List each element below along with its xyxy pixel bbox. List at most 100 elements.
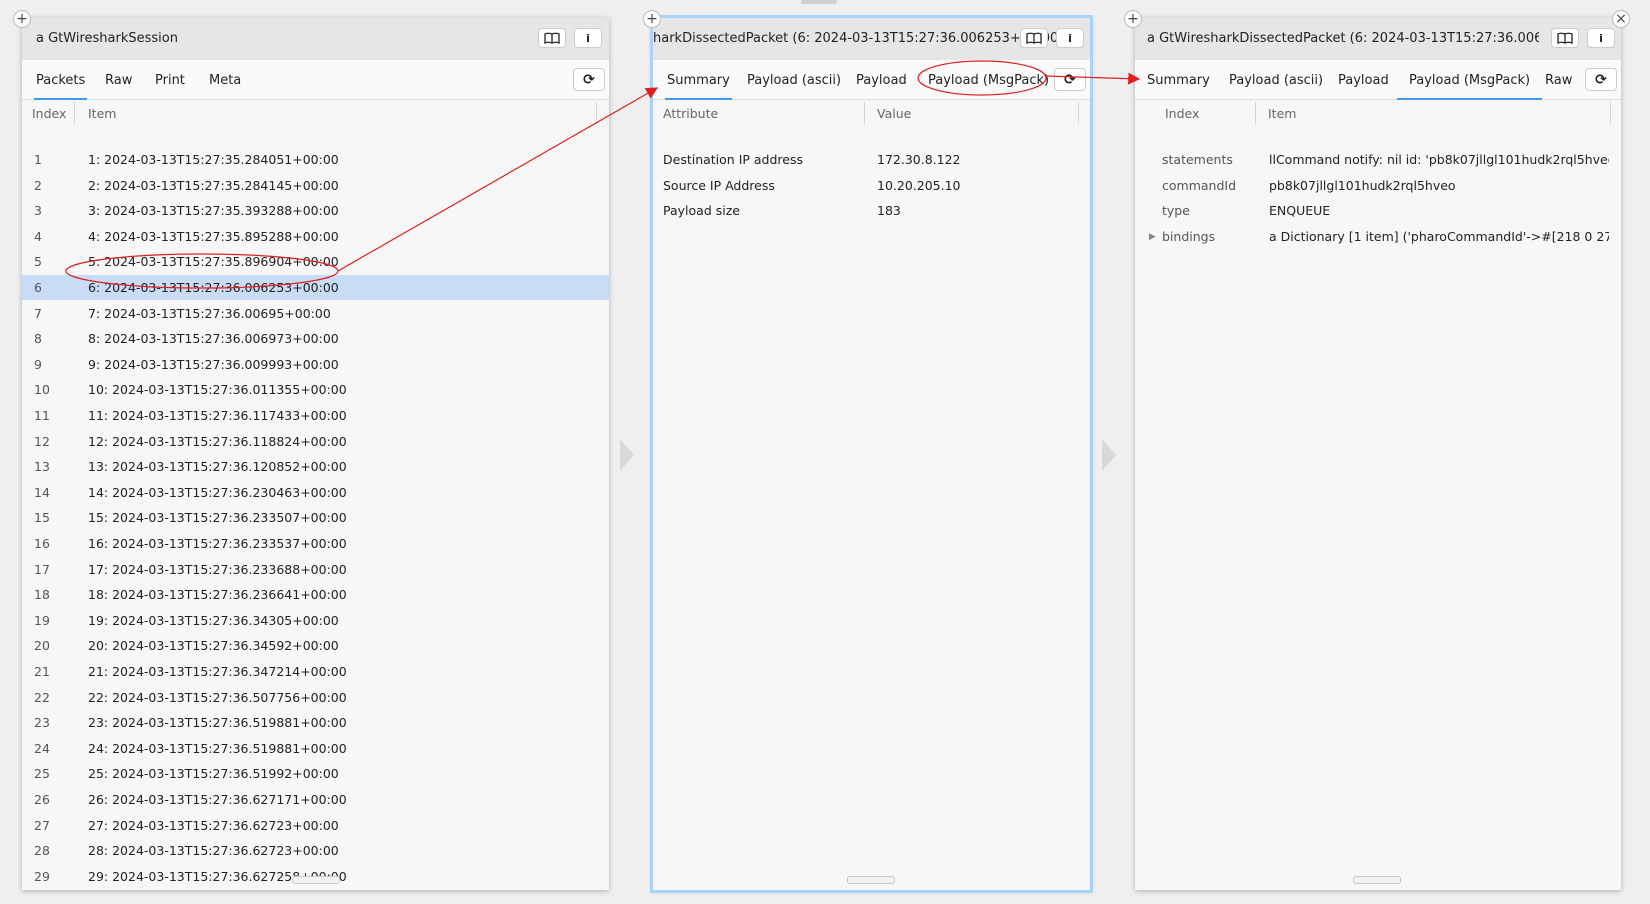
refresh-icon[interactable]: ⟳ [573,68,605,91]
tab-summary[interactable]: Summary [665,73,732,100]
plus-icon[interactable]: + [1124,10,1142,28]
row-item: 18: 2024-03-13T15:27:36.236641+00:00 [88,587,347,603]
column-separator [1255,102,1256,124]
book-icon[interactable] [538,28,566,48]
msgpack-row[interactable]: type ENQUEUE [1135,198,1621,223]
tab-raw[interactable]: Raw [105,73,132,88]
close-icon[interactable]: × [1612,10,1630,28]
table-row[interactable]: 25 25: 2024-03-13T15:27:36.51992+00:00 [22,761,609,786]
attribute-name: Source IP Address [663,177,775,193]
msgpack-row[interactable]: commandId pb8k07jllgl101hudk2rql5hveo [1135,173,1621,198]
plus-icon[interactable]: + [13,10,31,28]
table-row[interactable]: 1 1: 2024-03-13T15:27:35.284051+00:00 [22,147,609,172]
refresh-icon[interactable]: ⟳ [1054,68,1086,91]
info-icon[interactable]: i [1056,28,1084,48]
table-row[interactable]: 10 10: 2024-03-13T15:27:36.011355+00:00 [22,377,609,402]
column-separator [1078,102,1079,124]
tab-payload-msgpack[interactable]: Payload (MsgPack) [928,73,1049,88]
tab-meta[interactable]: Meta [209,73,241,88]
row-index: 9 [34,356,42,372]
column-separator [864,102,865,124]
table-row[interactable]: 22 22: 2024-03-13T15:27:36.507756+00:00 [22,685,609,710]
table-row[interactable]: 23 23: 2024-03-13T15:27:36.519881+00:00 [22,710,609,735]
table-row[interactable]: 14 14: 2024-03-13T15:27:36.230463+00:00 [22,480,609,505]
table-row[interactable]: 2 2: 2024-03-13T15:27:35.284145+00:00 [22,173,609,198]
row-index: 5 [34,254,42,270]
row-index: 24 [34,740,50,756]
table-row[interactable]: 19 19: 2024-03-13T15:27:36.34305+00:00 [22,608,609,633]
row-index: 23 [34,715,50,731]
msgpack-row[interactable]: ▶ bindings a Dictionary [1 item] ('pharoCo… [1135,224,1621,249]
table-row[interactable]: 12 12: 2024-03-13T15:27:36.118824+00:00 [22,429,609,454]
table-row[interactable]: 20 20: 2024-03-13T15:27:36.34592+00:00 [22,633,609,658]
table-row[interactable]: 4 4: 2024-03-13T15:27:35.895288+00:00 [22,224,609,249]
row-item: 9: 2024-03-13T15:27:36.009993+00:00 [88,356,339,372]
row-item: ENQUEUE [1269,203,1331,219]
plus-icon[interactable]: + [643,10,661,28]
attribute-row[interactable]: Source IP Address 10.20.205.10 [653,173,1090,198]
tab-payload-msgpack[interactable]: Payload (MsgPack) [1397,73,1543,100]
table-row[interactable]: 11 11: 2024-03-13T15:27:36.117433+00:00 [22,403,609,428]
horizontal-scrollbar[interactable] [292,876,340,884]
info-icon[interactable]: i [574,28,602,48]
row-index: 29 [34,868,50,884]
attribute-row[interactable]: Destination IP address 172.30.8.122 [653,147,1090,172]
row-item: 3: 2024-03-13T15:27:35.393288+00:00 [88,203,339,219]
row-item: 25: 2024-03-13T15:27:36.51992+00:00 [88,766,339,782]
table-row[interactable]: 9 9: 2024-03-13T15:27:36.009993+00:00 [22,352,609,377]
table-row[interactable]: 21 21: 2024-03-13T15:27:36.347214+00:00 [22,659,609,684]
horizontal-scrollbar[interactable] [1353,876,1401,884]
top-drag-handle[interactable] [801,0,837,4]
book-icon[interactable] [1020,28,1048,48]
row-index: 18 [34,587,50,603]
row-index: 17 [34,561,50,577]
book-icon[interactable] [1551,28,1579,48]
row-item: 13: 2024-03-13T15:27:36.120852+00:00 [88,459,347,475]
column-header-item: Item [88,106,117,121]
table-row[interactable]: 8 8: 2024-03-13T15:27:36.006973+00:00 [22,326,609,351]
row-item: 26: 2024-03-13T15:27:36.627171+00:00 [88,792,347,807]
tab-payload-ascii[interactable]: Payload (ascii) [747,73,841,88]
pane-navigation-arrow[interactable] [1102,439,1116,471]
session-tabs: Packets Raw Print Meta ⟳ [22,60,609,100]
row-item: 20: 2024-03-13T15:27:36.34592+00:00 [88,638,339,654]
table-row[interactable]: 24 24: 2024-03-13T15:27:36.519881+00:00 [22,736,609,761]
table-row[interactable]: 6 6: 2024-03-13T15:27:36.006253+00:00 [22,275,609,300]
table-row[interactable]: 27 27: 2024-03-13T15:27:36.62723+00:00 [22,813,609,838]
refresh-icon[interactable]: ⟳ [1585,68,1617,91]
tab-payload[interactable]: Payload [1338,73,1389,88]
tab-summary[interactable]: Summary [1147,73,1210,88]
table-row[interactable]: 18 18: 2024-03-13T15:27:36.236641+00:00 [22,582,609,607]
pane-navigation-arrow[interactable] [620,439,634,471]
tab-print[interactable]: Print [155,73,185,88]
info-icon[interactable]: i [1587,28,1615,48]
table-row[interactable]: 5 5: 2024-03-13T15:27:35.896904+00:00 [22,249,609,274]
table-row[interactable]: 13 13: 2024-03-13T15:27:36.120852+00:00 [22,454,609,479]
table-row[interactable]: 16 16: 2024-03-13T15:27:36.233537+00:00 [22,531,609,556]
attribute-row[interactable]: Payload size 183 [653,198,1090,223]
row-item: 14: 2024-03-13T15:27:36.230463+00:00 [88,484,347,500]
row-item: 11: 2024-03-13T15:27:36.117433+00:00 [88,408,347,423]
row-item: a Dictionary [1 item] ('pharoCommandId'-… [1269,228,1609,244]
msgpack-row[interactable]: statements llCommand notify: nil id: 'pb8… [1135,147,1621,172]
tab-payload[interactable]: Payload [856,73,907,88]
attribute-value: 183 [877,203,901,219]
row-item: 5: 2024-03-13T15:27:35.896904+00:00 [88,254,339,270]
table-row[interactable]: 7 7: 2024-03-13T15:27:36.00695+00:00 [22,301,609,326]
table-row[interactable]: 3 3: 2024-03-13T15:27:35.393288+00:00 [22,198,609,223]
tab-payload-ascii[interactable]: Payload (ascii) [1229,73,1323,88]
tab-packets[interactable]: Packets [34,73,88,100]
table-row[interactable]: 15 15: 2024-03-13T15:27:36.233507+00:00 [22,505,609,530]
expand-triangle-icon[interactable]: ▶ [1149,232,1156,242]
column-separator [1610,102,1611,124]
column-header-item: Item [1268,106,1297,121]
horizontal-scrollbar[interactable] [847,876,895,884]
row-index: 21 [34,664,50,679]
row-item: pb8k07jllgl101hudk2rql5hveo [1269,177,1456,193]
tab-raw[interactable]: Raw [1545,73,1572,88]
table-row[interactable]: 17 17: 2024-03-13T15:27:36.233688+00:00 [22,557,609,582]
row-item: 4: 2024-03-13T15:27:35.895288+00:00 [88,228,339,244]
table-row[interactable]: 26 26: 2024-03-13T15:27:36.627171+00:00 [22,787,609,812]
row-index: 1 [34,152,42,167]
table-row[interactable]: 28 28: 2024-03-13T15:27:36.62723+00:00 [22,838,609,863]
